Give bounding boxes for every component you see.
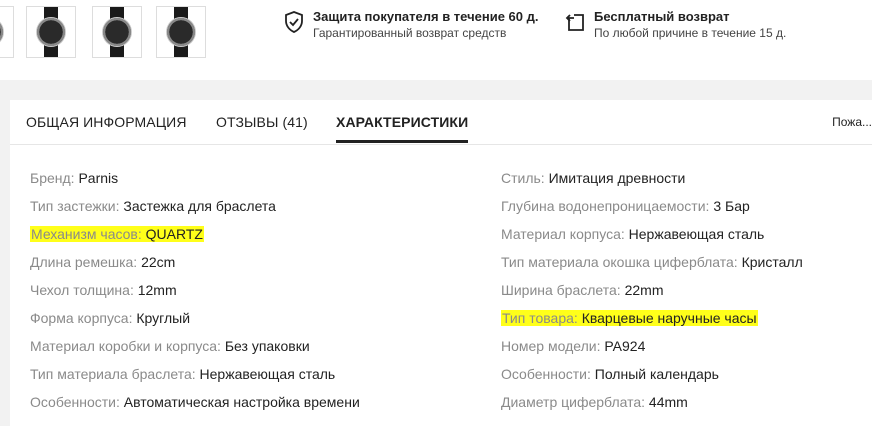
active-tab-indicator: [336, 140, 468, 143]
spec-key: Глубина водонепроницаемости:: [501, 198, 710, 214]
spec-row: Номер модели: PA924: [501, 336, 803, 364]
tab-general-info[interactable]: ОБЩАЯ ИНФОРМАЦИЯ: [26, 114, 187, 130]
specs-right-column: Стиль: Имитация древности Глубина водоне…: [501, 168, 803, 420]
spec-value: Имитация древности: [548, 170, 686, 186]
spec-row: Тип застежки: Застежка для браслета: [30, 196, 360, 224]
spec-key: Особенности:: [30, 394, 120, 410]
buyer-protection: Защита покупателя в течение 60 д. Гарант…: [284, 9, 538, 41]
spec-value: Parnis: [78, 170, 119, 186]
shield-check-icon: [285, 11, 303, 33]
spec-row: Бренд: Parnis: [30, 168, 360, 196]
spec-value: PA924: [604, 338, 646, 354]
spec-row: Особенности: Полный календарь: [501, 364, 803, 392]
spec-value: 12mm: [137, 282, 177, 298]
spec-key: Ширина браслета:: [501, 282, 621, 298]
product-thumbnail[interactable]: [92, 6, 142, 58]
spec-value: 22mm: [624, 282, 664, 298]
spec-key: Особенности:: [501, 366, 591, 382]
spec-row: Особенности: Автоматическая настройка вр…: [30, 392, 360, 420]
spec-key: Тип застежки:: [30, 198, 120, 214]
spec-value: Застежка для браслета: [123, 198, 276, 214]
tab-bar: ОБЩАЯ ИНФОРМАЦИЯ ОТЗЫВЫ (41) ХАРАКТЕРИСТ…: [10, 100, 872, 145]
spec-key: Материал коробки и корпуса:: [30, 338, 221, 354]
spec-value: QUARTZ: [145, 226, 203, 242]
spec-row: Стиль: Имитация древности: [501, 168, 803, 196]
more-link[interactable]: Пожа...: [832, 115, 872, 129]
spec-value: Автоматическая настройка времени: [123, 394, 360, 410]
spec-key: Форма корпуса:: [30, 310, 133, 326]
spec-key: Тип товара:: [502, 310, 578, 326]
free-return: Бесплатный возврат По любой причине в те…: [565, 9, 786, 41]
returns-subtitle: По любой причине в течение 15 д.: [594, 26, 787, 40]
spec-row: Глубина водонепроницаемости: 3 Бар: [501, 196, 803, 224]
spec-row: Форма корпуса: Круглый: [30, 308, 360, 336]
product-thumbnail[interactable]: [26, 6, 76, 58]
spec-key: Стиль:: [501, 170, 545, 186]
spec-value: Кристалл: [741, 254, 803, 270]
spec-value: 22cm: [141, 254, 176, 270]
spec-value: Нержавеющая сталь: [628, 226, 765, 242]
spec-row: Тип материала окошка циферблата: Кристал…: [501, 252, 803, 280]
specs-left-column: Бренд: Parnis Тип застежки: Застежка для…: [30, 168, 360, 420]
returns-title: Бесплатный возврат: [594, 9, 730, 24]
protection-subtitle: Гарантированный возврат средств: [313, 26, 507, 40]
product-details-panel: ОБЩАЯ ИНФОРМАЦИЯ ОТЗЫВЫ (41) ХАРАКТЕРИСТ…: [10, 100, 872, 426]
spec-row: Диаметр циферблата: 44mm: [501, 392, 803, 420]
spec-row: Ширина браслета: 22mm: [501, 280, 803, 308]
spec-row: Материал коробки и корпуса: Без упаковки: [30, 336, 360, 364]
return-box-icon: [565, 14, 584, 31]
spec-row: Длина ремешка: 22cm: [30, 252, 360, 280]
spec-key: Материал корпуса:: [501, 226, 625, 242]
spec-value: Кварцевые наручные часы: [581, 310, 757, 326]
protection-title: Защита покупателя в течение 60 д.: [313, 9, 539, 24]
spec-key: Бренд:: [30, 170, 75, 186]
spec-row: Материал корпуса: Нержавеющая сталь: [501, 224, 803, 252]
spec-row: Чехол толщина: 12mm: [30, 280, 360, 308]
tab-specifications[interactable]: ХАРАКТЕРИСТИКИ: [336, 114, 468, 130]
spec-key: Длина ремешка:: [30, 254, 138, 270]
spec-value: Круглый: [136, 310, 191, 326]
spec-key: Чехол толщина:: [30, 282, 134, 298]
spec-row: Механизм часов: QUARTZ: [30, 224, 360, 252]
spec-value: Полный календарь: [594, 366, 719, 382]
spec-key: Диаметр циферблата:: [501, 394, 646, 410]
spec-key: Тип материала окошка циферблата:: [501, 254, 738, 270]
product-thumbnail[interactable]: [0, 6, 14, 58]
spec-key: Тип материала браслета:: [30, 366, 196, 382]
spec-key: Номер модели:: [501, 338, 601, 354]
spec-value: Без упаковки: [224, 338, 310, 354]
spec-key: Механизм часов:: [31, 226, 142, 242]
spec-value: Нержавеющая сталь: [199, 366, 336, 382]
spec-value: 44mm: [648, 394, 688, 410]
top-bar: Защита покупателя в течение 60 д. Гарант…: [0, 0, 872, 80]
highlight-mark: Механизм часов: QUARTZ: [30, 226, 204, 242]
spec-row: Тип товара: Кварцевые наручные часы: [501, 308, 803, 336]
highlight-mark: Тип товара: Кварцевые наручные часы: [501, 310, 758, 326]
spec-row: Тип материала браслета: Нержавеющая стал…: [30, 364, 360, 392]
tab-reviews[interactable]: ОТЗЫВЫ (41): [216, 114, 308, 130]
product-thumbnail[interactable]: [156, 6, 206, 58]
spec-value: 3 Бар: [713, 198, 750, 214]
